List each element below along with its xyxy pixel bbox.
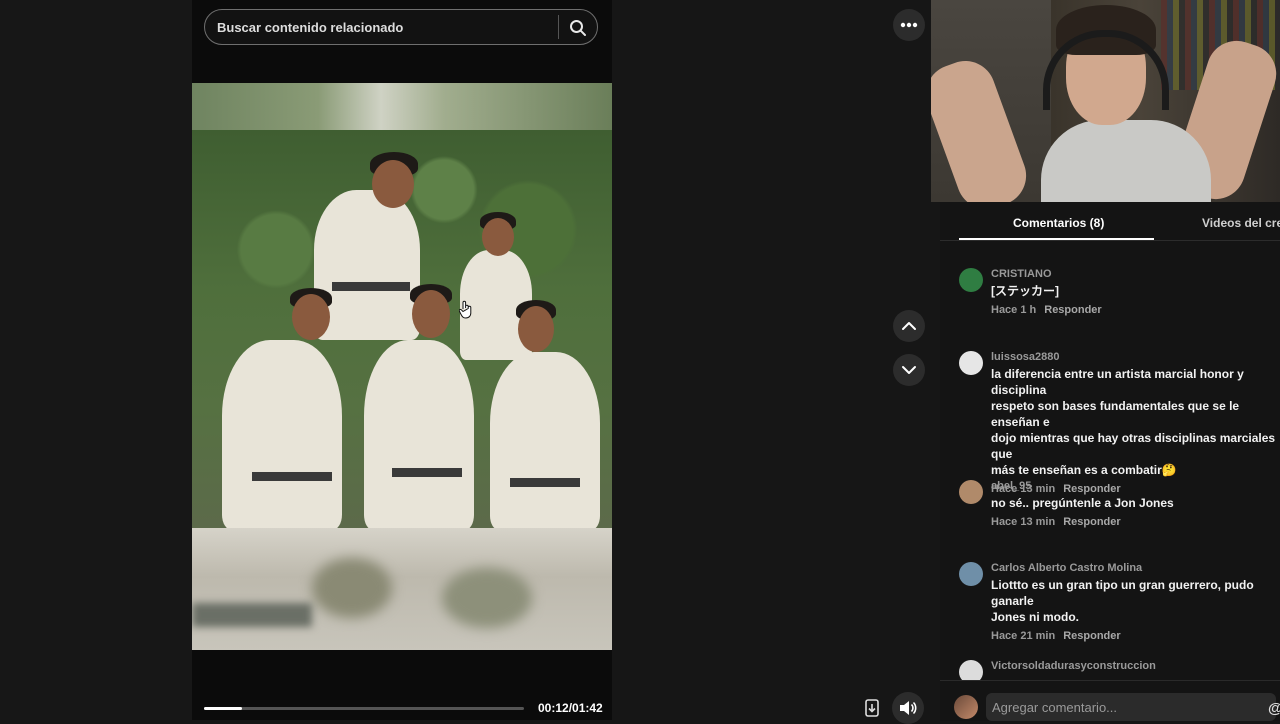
- comment-body: abel_95 no sé.. pregúntenle a Jon Jones …: [991, 480, 1280, 528]
- comment-text: Liottto es un gran tipo un gran guerrero…: [991, 578, 1254, 624]
- comments-panel: Comentarios (8) Videos del crea CRISTIAN…: [940, 202, 1280, 720]
- progress-bar[interactable]: [204, 707, 524, 710]
- avatar[interactable]: [959, 562, 983, 586]
- comment-meta: Hace 21 min Responder: [991, 630, 1280, 642]
- comment-body: Victorsoldadurasyconstruccion: [991, 660, 1280, 673]
- add-comment-input[interactable]: [986, 693, 1276, 721]
- blur-shape: [192, 603, 312, 627]
- comment-body: luissosa2880 la diferencia entre un arti…: [991, 351, 1280, 495]
- comment-time: Hace 1 h: [991, 304, 1037, 316]
- figure-belt: [510, 478, 580, 487]
- middle-area: [612, 0, 940, 720]
- comment-body: CRISTIANO [ステッカー] Hace 1 h Responder: [991, 268, 1280, 316]
- figure-head: [372, 160, 414, 208]
- figure-belt: [252, 472, 332, 481]
- comment-username[interactable]: Victorsoldadurasyconstruccion: [991, 660, 1280, 673]
- figure-belt: [392, 468, 462, 477]
- video-photo: [192, 130, 612, 530]
- comment-username[interactable]: luissosa2880: [991, 351, 1280, 364]
- figure-seated-middle: [364, 340, 474, 530]
- reply-button[interactable]: Responder: [1063, 516, 1120, 528]
- figure-seated-left: [222, 340, 342, 530]
- hand-cursor-icon: [459, 300, 472, 319]
- comment-text: la diferencia entre un artista marcial h…: [991, 367, 1276, 477]
- search-icon[interactable]: [568, 18, 588, 38]
- webcam-shirt: [1041, 120, 1211, 202]
- comment-username[interactable]: CRISTIANO: [991, 268, 1280, 281]
- add-comment-bar: @: [940, 680, 1280, 721]
- avatar: [954, 695, 978, 719]
- comment-username[interactable]: abel_95: [991, 480, 1280, 493]
- comment-text: [ステッカー]: [991, 284, 1059, 298]
- more-options-button[interactable]: [893, 9, 925, 41]
- figure-head: [518, 306, 554, 352]
- tab-creator-videos[interactable]: Videos del crea: [1202, 216, 1280, 230]
- tab-divider: [940, 240, 1280, 241]
- left-gutter: [0, 0, 192, 720]
- search-bar[interactable]: [204, 9, 598, 45]
- avatar[interactable]: [959, 351, 983, 375]
- reply-button[interactable]: Responder: [1044, 304, 1101, 316]
- download-icon[interactable]: [862, 697, 882, 719]
- reply-button[interactable]: Responder: [1063, 630, 1120, 642]
- figure-head: [292, 294, 330, 340]
- comment-meta: Hace 1 h Responder: [991, 304, 1280, 316]
- comment-time: Hace 13 min: [991, 516, 1056, 528]
- comment-text: no sé.. pregúntenle a Jon Jones: [991, 496, 1174, 510]
- figure-head: [482, 218, 514, 256]
- streamer-webcam: [931, 0, 1280, 202]
- volume-icon: [900, 701, 917, 715]
- video-frame[interactable]: [192, 83, 612, 650]
- avatar[interactable]: [959, 480, 983, 504]
- avatar[interactable]: [959, 268, 983, 292]
- progress-fill: [204, 707, 243, 710]
- search-divider: [558, 15, 559, 39]
- blur-shape: [442, 568, 532, 628]
- tab-comments[interactable]: Comentarios (8): [1013, 216, 1104, 230]
- video-blur-bottom: [192, 528, 612, 650]
- chevron-up-icon: [902, 322, 916, 330]
- search-input[interactable]: [217, 10, 553, 44]
- figure-belt: [332, 282, 410, 291]
- volume-button[interactable]: [892, 692, 924, 724]
- more-horizontal-icon: [900, 22, 918, 28]
- time-label: 00:12/01:42: [538, 701, 603, 715]
- comment-time: Hace 21 min: [991, 630, 1056, 642]
- comment-meta: Hace 13 min Responder: [991, 516, 1280, 528]
- video-blur-top: [192, 83, 612, 130]
- comment-body: Carlos Alberto Castro Molina Liottto es …: [991, 562, 1280, 642]
- next-video-button[interactable]: [893, 354, 925, 386]
- comment-username[interactable]: Carlos Alberto Castro Molina: [991, 562, 1280, 575]
- blur-shape: [312, 558, 392, 618]
- chevron-down-icon: [902, 366, 916, 374]
- figure-seated-right: [490, 352, 600, 530]
- previous-video-button[interactable]: [893, 310, 925, 342]
- figure-head: [412, 290, 450, 338]
- mention-icon[interactable]: @: [1268, 700, 1280, 717]
